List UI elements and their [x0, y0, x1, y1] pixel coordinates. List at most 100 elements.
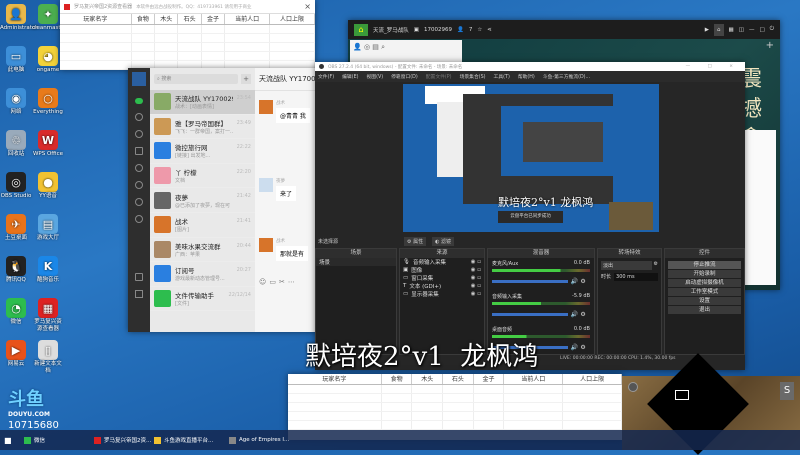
- menu-item[interactable]: 斗鱼-第三方推流(D)...: [543, 73, 590, 80]
- lock-icon[interactable]: ▫: [477, 275, 481, 281]
- volume-slider[interactable]: [492, 280, 569, 283]
- menu-item[interactable]: 视图(V): [366, 73, 383, 80]
- desktop-icon[interactable]: ◔ 微信: [0, 298, 32, 326]
- lock-icon[interactable]: ▫: [477, 283, 481, 289]
- eye-icon[interactable]: ◉: [471, 259, 476, 265]
- transition-select[interactable]: 淡出: [601, 261, 652, 270]
- share-icon[interactable]: ⋖: [487, 27, 492, 33]
- desktop-icon[interactable]: 🐧 腾讯QQ: [0, 256, 32, 284]
- menu-icon[interactable]: [135, 290, 143, 298]
- favorites-icon[interactable]: [135, 130, 143, 138]
- star-icon[interactable]: ☆: [477, 27, 482, 33]
- menu-item[interactable]: 帮助(H): [518, 73, 535, 80]
- menu-item[interactable]: 场景集合(S): [460, 73, 486, 80]
- menu-item[interactable]: 停靠窗口(D): [391, 73, 418, 80]
- speaker-icon[interactable]: 🔊: [571, 278, 578, 285]
- desktop-icon[interactable]: ● YY语音: [32, 172, 64, 200]
- chat-list-item[interactable]: 订阅号 游戏最新动态管理号... 20:27: [150, 262, 255, 287]
- control-button[interactable]: 退出: [668, 306, 741, 314]
- desktop-icon[interactable]: ◉ 网络: [0, 88, 32, 116]
- gear-icon[interactable]: ⚙: [580, 278, 585, 285]
- column-header[interactable]: 食物: [381, 374, 413, 385]
- minimap-button-left[interactable]: [628, 382, 638, 392]
- control-button[interactable]: 开始录制: [668, 270, 741, 278]
- source-item[interactable]: ▭ 窗口采集 ◉ ▫: [400, 274, 484, 282]
- chat-list-item[interactable]: 文件传输助手 [文件] 22/12/14: [150, 287, 255, 312]
- minimize-icon[interactable]: —: [749, 27, 755, 33]
- chat-list-item[interactable]: 夜夢 @已添加了夜夢，现在可 21:42: [150, 188, 255, 213]
- folder-icon[interactable]: ▭: [269, 278, 279, 286]
- column-header[interactable]: 人口上限: [269, 14, 315, 25]
- gear-icon[interactable]: ⚙: [580, 311, 585, 318]
- source-item[interactable]: ▣ 图像 ◉ ▫: [400, 266, 484, 274]
- column-header[interactable]: 玩家名字: [288, 374, 382, 385]
- eye-icon[interactable]: ◉: [471, 283, 476, 289]
- power-icon[interactable]: ⏻: [770, 26, 774, 33]
- eye-icon[interactable]: ◉: [471, 275, 476, 281]
- scissors-icon[interactable]: ✂: [279, 278, 288, 286]
- column-header[interactable]: 木头: [154, 14, 179, 25]
- grid-icon[interactable]: ▦: [729, 27, 734, 33]
- column-header[interactable]: 石头: [442, 374, 474, 385]
- control-button[interactable]: 设置: [668, 297, 741, 305]
- video-icon[interactable]: ▶: [705, 27, 709, 33]
- chat-list-item[interactable]: 战术 [图片] 21:41: [150, 213, 255, 238]
- desktop-icon[interactable]: ◎ OBS Studio: [0, 172, 32, 200]
- avatar[interactable]: [132, 72, 146, 86]
- lock-icon[interactable]: ▫: [477, 291, 481, 297]
- gamepad-icon[interactable]: ◫: [739, 27, 744, 33]
- desktop-icon[interactable]: 👤 Administrator: [0, 4, 38, 32]
- mini-program-icon[interactable]: [135, 215, 143, 223]
- chat-list-item[interactable]: 丫 柠檬 文档 22:20: [150, 164, 255, 189]
- contacts-icon[interactable]: [135, 113, 143, 121]
- taskbar-item[interactable]: 微信: [20, 430, 49, 450]
- desktop-icon[interactable]: W WPS Office: [32, 130, 64, 158]
- desktop-icon[interactable]: ▶ 网易云: [0, 340, 32, 368]
- taskbar-item[interactable]: Age of Empires I...: [225, 430, 293, 450]
- desktop-icon[interactable]: ✈ 土豆桌面: [0, 214, 32, 242]
- chat-list-item[interactable]: 雅【罗马帝国群】 飞飞：一群帝国，案打一... 23:49: [150, 115, 255, 140]
- taskbar-item[interactable]: 罗马复兴帝国2资...: [90, 430, 155, 450]
- gear-icon[interactable]: ⚙: [654, 261, 658, 270]
- column-header[interactable]: 食物: [131, 14, 156, 25]
- home-icon[interactable]: ⌂: [714, 23, 724, 36]
- resource-viewer-window[interactable]: 罗马复兴帝国2资源查看器 本软件由远古战役制作。QQ：419733961 请勿用…: [60, 0, 315, 70]
- emoji-icon[interactable]: ☺: [259, 278, 269, 286]
- more-icon[interactable]: ⋯: [288, 278, 298, 286]
- volume-slider[interactable]: [492, 313, 569, 316]
- taskbar-item[interactable]: 斗鱼游戏直播平台...: [150, 430, 217, 450]
- properties-button[interactable]: ⚙ 属性: [404, 236, 427, 246]
- desktop-icon[interactable]: ▦ 罗马复兴资源查看器: [32, 298, 64, 333]
- control-button[interactable]: 工作室模式: [668, 288, 741, 296]
- column-header[interactable]: 木头: [411, 374, 444, 385]
- eye-icon[interactable]: ◉: [471, 291, 476, 297]
- filters-button[interactable]: ◐ 滤镜: [432, 236, 455, 246]
- column-header[interactable]: 当前人口: [503, 374, 564, 385]
- desktop-icon[interactable]: ♲ 回收站: [0, 130, 32, 158]
- add-button[interactable]: +: [241, 74, 251, 84]
- duration-input[interactable]: 300 ms: [614, 273, 658, 281]
- folder-icon[interactable]: [135, 147, 143, 155]
- lock-icon[interactable]: ▫: [477, 259, 481, 265]
- search-input[interactable]: ⌕ 搜索: [154, 74, 238, 84]
- menu-item[interactable]: 配置文件(P): [426, 73, 452, 80]
- source-item[interactable]: T 文本 (GDI+) ◉ ▫: [400, 282, 484, 290]
- menu-item[interactable]: 文件(F): [318, 73, 334, 80]
- source-item[interactable]: 🎙 音频输入采集 ◉ ▫: [400, 258, 484, 266]
- eye-icon[interactable]: ◉: [471, 267, 476, 273]
- hotkey-s-button[interactable]: S: [780, 382, 794, 400]
- window-controls[interactable]: — □ ×: [686, 64, 741, 69]
- wechat-window[interactable]: ⌕ 搜索 + 天流战队 YY17002969战术：[动画表情]23:54雅【罗马…: [128, 68, 318, 332]
- chat-list-item[interactable]: 天流战队 YY17002969战术：[动画表情] 23:54: [150, 90, 255, 115]
- chat-list-item[interactable]: 美味水果交流群 广西：苹果 20:44: [150, 238, 255, 263]
- control-button[interactable]: 停止推流: [668, 261, 741, 269]
- channels-icon[interactable]: [135, 181, 143, 189]
- desktop-icon[interactable]: ▭ 此电脑: [0, 46, 32, 74]
- close-button[interactable]: ×: [304, 2, 311, 11]
- source-item[interactable]: ▭ 显示器采集 ◉ ▫: [400, 290, 484, 298]
- scene-item[interactable]: 场景: [316, 258, 396, 266]
- desktop-icon[interactable]: ○ Everything: [32, 88, 64, 116]
- obs-window[interactable]: OBS 27.2.4 (64 bit, windows) - 配置文件: 未命名…: [315, 62, 745, 370]
- start-button[interactable]: ■: [4, 436, 12, 445]
- chat-list-item[interactable]: 微控旅行网 [链接] 出发地... 22:22: [150, 139, 255, 164]
